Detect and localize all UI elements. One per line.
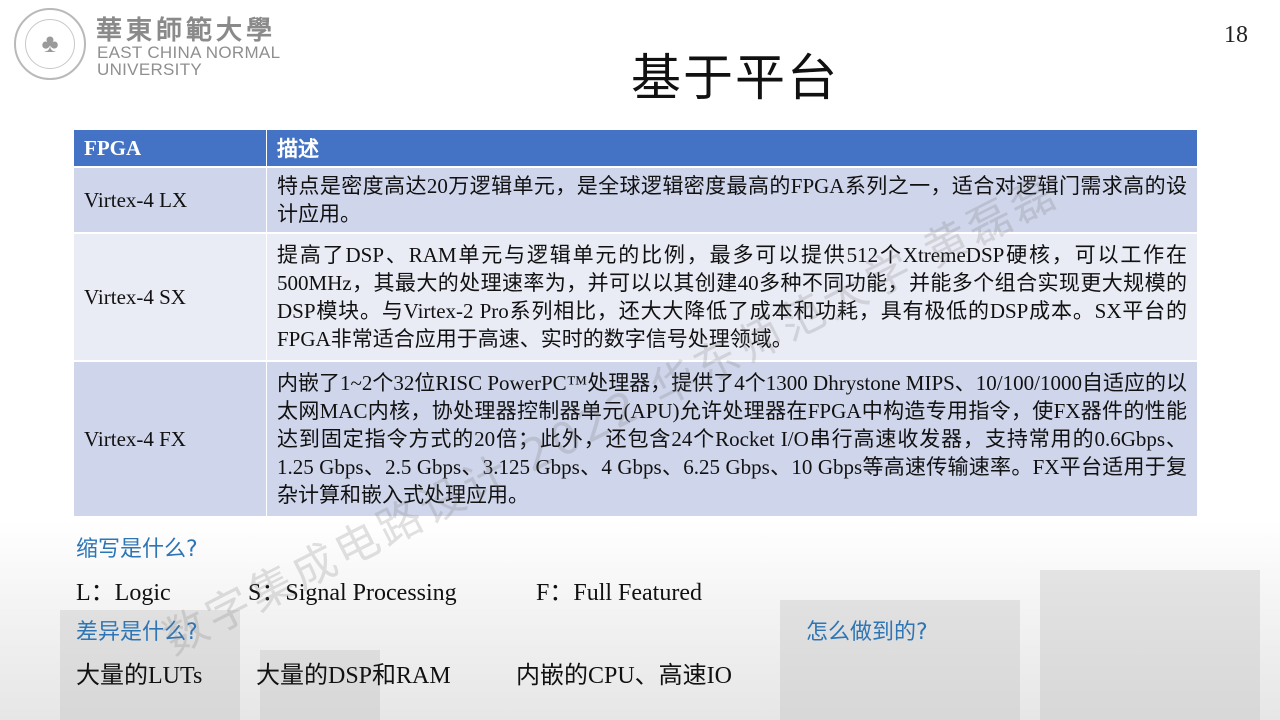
row-description: 内嵌了1~2个32位RISC PowerPC™处理器，提供了4个1300 Dhr… [266, 360, 1198, 516]
question-how: 怎么做到的? [806, 620, 928, 645]
question-abbreviation: 缩写是什么? [76, 537, 198, 562]
row-description: 特点是密度高达20万逻辑单元，是全球逻辑密度最高的FPGA系列之一，适合对逻辑门… [266, 166, 1198, 233]
header-description: 描述 [266, 130, 1198, 167]
header-fpga: FPGA [74, 130, 267, 167]
answer-luts: 大量的LUTs [76, 663, 203, 689]
question-difference: 差异是什么? [76, 620, 198, 645]
answer-signal-processing: S：Signal Processing [248, 580, 457, 606]
table-row: Virtex-4 FX 内嵌了1~2个32位RISC PowerPC™处理器，提… [74, 360, 1198, 516]
table-row: Virtex-4 LX 特点是密度高达20万逻辑单元，是全球逻辑密度最高的FPG… [74, 166, 1198, 233]
row-name: Virtex-4 FX [74, 360, 267, 516]
answer-dsp-ram: 大量的DSP和RAM [256, 663, 451, 689]
table-row: Virtex-4 SX 提高了DSP、RAM单元与逻辑单元的比例，最多可以提供5… [74, 232, 1198, 361]
slide-title: 基于平台 [631, 49, 839, 107]
row-name: Virtex-4 LX [74, 166, 267, 233]
fpga-comparison-table: FPGA 描述 Virtex-4 LX 特点是密度高达20万逻辑单元，是全球逻辑… [74, 130, 1198, 516]
answer-cpu-io: 内嵌的CPU、高速IO [516, 663, 733, 689]
row-description: 提高了DSP、RAM单元与逻辑单元的比例，最多可以提供512个XtremeDSP… [266, 232, 1198, 361]
answer-logic: L：Logic [76, 580, 171, 606]
table-header-row: FPGA 描述 [74, 130, 1198, 167]
answer-full-featured: F：Full Featured [536, 580, 702, 606]
row-name: Virtex-4 SX [74, 232, 267, 361]
